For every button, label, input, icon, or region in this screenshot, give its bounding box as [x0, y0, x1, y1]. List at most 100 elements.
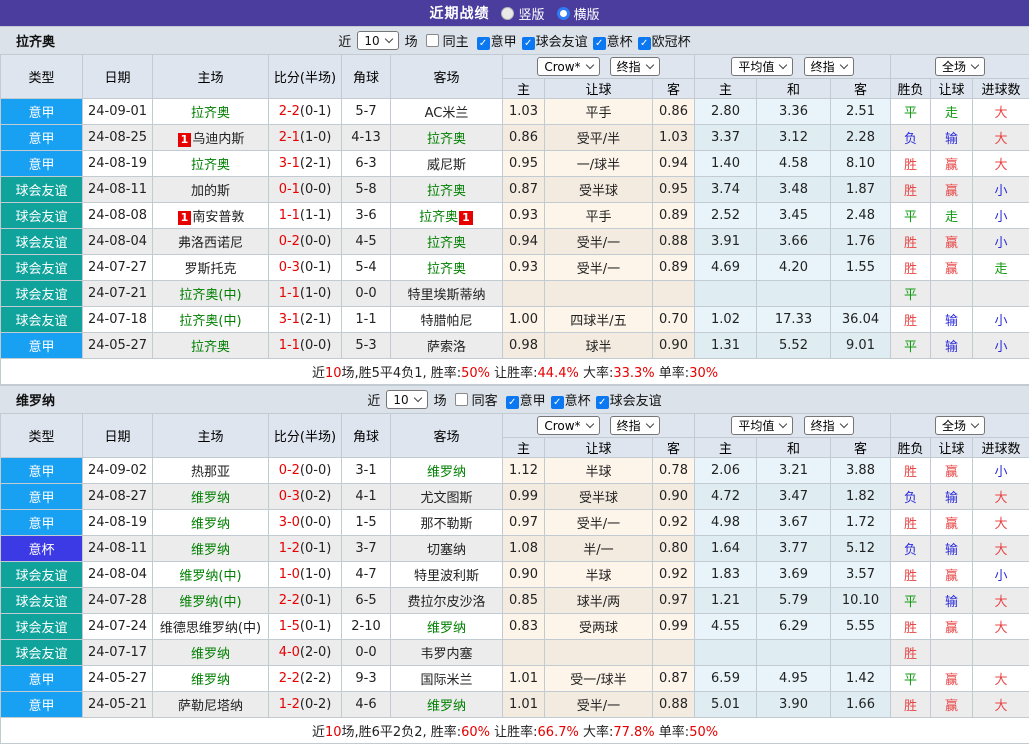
odds-company-select[interactable]: Crow*	[537, 416, 599, 435]
away-team-name[interactable]: 维罗纳	[427, 621, 466, 636]
away-team-name[interactable]: 费拉尔皮沙洛	[407, 595, 485, 610]
radio-checked-icon[interactable]	[557, 7, 570, 20]
home-team-name[interactable]: 维罗纳	[191, 543, 230, 558]
home-team-name[interactable]: 萨勒尼塔纳	[178, 699, 243, 714]
away-team-name[interactable]: 维罗纳	[427, 699, 466, 714]
home-team-name[interactable]: 维罗纳	[191, 491, 230, 506]
league-checkbox-0-0[interactable]: ✓	[477, 37, 490, 50]
layout-radio-horizontal[interactable]: 横版	[557, 4, 600, 23]
home-team-name[interactable]: 罗斯托克	[184, 262, 236, 277]
home-team-name[interactable]: 维罗纳	[191, 647, 230, 662]
away-team-name[interactable]: 拉齐奥	[427, 184, 466, 199]
score-cell: 1-1(1-0)	[269, 281, 342, 307]
odds-home: 0.85	[503, 588, 545, 614]
sub-header-handicap-result: 让球	[931, 79, 973, 99]
match-row: 球会友谊24-07-27罗斯托克0-3(0-1)5-4拉齐奥0.93受半/一0.…	[1, 255, 1029, 281]
result-goals: 大	[973, 614, 1029, 640]
half-time-score: (0-1)	[300, 104, 331, 119]
home-team-name[interactable]: 乌迪内斯	[192, 132, 244, 147]
away-team-name[interactable]: 特里埃斯蒂纳	[407, 288, 485, 303]
home-team-name[interactable]: 南安普敦	[192, 210, 244, 225]
result-outcome: 胜	[891, 458, 931, 484]
same-home-checkbox[interactable]	[426, 34, 439, 47]
home-team-name[interactable]: 加的斯	[191, 184, 230, 199]
result-outcome: 负	[891, 536, 931, 562]
scope-select[interactable]: 全场	[935, 416, 985, 435]
odds-final-select[interactable]: 终指	[610, 57, 660, 76]
home-team-name[interactable]: 拉齐奥	[191, 106, 230, 121]
recent-count-select[interactable]: 10	[357, 31, 398, 50]
away-team-name[interactable]: 萨索洛	[427, 340, 466, 355]
layout-radio-vertical[interactable]: 竖版	[501, 4, 544, 23]
result-handicap: 输	[931, 484, 973, 510]
result-goals: 大	[973, 666, 1029, 692]
away-team-name[interactable]: 维罗纳	[427, 465, 466, 480]
scope-select[interactable]: 全场	[935, 57, 985, 76]
away-team-name[interactable]: 那不勒斯	[420, 517, 472, 532]
average-final-select[interactable]: 终指	[804, 57, 854, 76]
score-cell: 1-0(1-0)	[269, 562, 342, 588]
odds-final-select[interactable]: 终指	[610, 416, 660, 435]
home-team-name[interactable]: 拉齐奥	[191, 340, 230, 355]
result-outcome: 胜	[891, 510, 931, 536]
same-away-checkbox[interactable]	[455, 393, 468, 406]
league-checkbox-0-2[interactable]: ✓	[593, 37, 606, 50]
average-select[interactable]: 平均值	[731, 416, 793, 435]
radio-unchecked-icon[interactable]	[501, 7, 514, 20]
away-team-name[interactable]: 尤文图斯	[420, 491, 472, 506]
home-team-name[interactable]: 拉齐奥(中)	[179, 288, 241, 303]
away-team-name[interactable]: 切塞纳	[427, 543, 466, 558]
odds-home: 0.90	[503, 562, 545, 588]
avg-home-odds: 1.64	[695, 536, 757, 562]
home-team-name[interactable]: 弗洛西诺尼	[178, 236, 243, 251]
odds-company-select[interactable]: Crow*	[537, 57, 599, 76]
league-checkbox-0-1[interactable]: ✓	[522, 37, 535, 50]
col-header-away: 客场	[391, 55, 503, 99]
result-handicap	[931, 640, 973, 666]
home-team-name[interactable]: 拉齐奥	[191, 158, 230, 173]
away-team-name[interactable]: 特里波利斯	[414, 569, 479, 584]
average-final-select[interactable]: 终指	[804, 416, 854, 435]
match-row: 球会友谊24-08-04弗洛西诺尼0-2(0-0)4-5拉齐奥0.94受半/一0…	[1, 229, 1029, 255]
half-time-score: (2-1)	[300, 156, 331, 171]
league-checkbox-0-3[interactable]: ✓	[638, 37, 651, 50]
away-team-name[interactable]: 拉齐奥	[419, 210, 458, 225]
result-outcome: 胜	[891, 640, 931, 666]
away-team-name[interactable]: 威尼斯	[427, 158, 466, 173]
score-cell: 2-2(2-2)	[269, 666, 342, 692]
result-outcome: 胜	[891, 614, 931, 640]
odds-group-header: Crow* 终指	[503, 414, 695, 438]
away-team-name[interactable]: 拉齐奥	[427, 262, 466, 277]
league-checkbox-1-0[interactable]: ✓	[506, 396, 519, 409]
away-team-name[interactable]: 特腊帕尼	[420, 314, 472, 329]
half-time-score: (0-1)	[300, 260, 331, 275]
away-team-name[interactable]: 拉齐奥	[427, 236, 466, 251]
home-team-name[interactable]: 维德思维罗纳(中)	[160, 621, 261, 636]
home-team-name[interactable]: 维罗纳(中)	[179, 569, 241, 584]
league-checkbox-1-1[interactable]: ✓	[551, 396, 564, 409]
away-team-name[interactable]: 韦罗内塞	[420, 647, 472, 662]
home-team-name[interactable]: 维罗纳(中)	[179, 595, 241, 610]
away-team-name[interactable]: AC米兰	[425, 106, 469, 121]
away-team-name[interactable]: 拉齐奥	[427, 132, 466, 147]
league-checkbox-1-2[interactable]: ✓	[596, 396, 609, 409]
handicap-line: 半球	[545, 458, 653, 484]
home-team-name[interactable]: 维罗纳	[191, 517, 230, 532]
avg-draw-odds: 3.48	[757, 177, 831, 203]
corner-score: 0-0	[342, 281, 391, 307]
half-time-score: (0-0)	[300, 338, 331, 353]
home-team-cell: 拉齐奥	[153, 333, 269, 359]
home-team-name[interactable]: 维罗纳	[191, 673, 230, 688]
sub-header-odds-home: 主	[503, 79, 545, 99]
away-team-name[interactable]: 国际米兰	[420, 673, 472, 688]
full-time-score: 1-1	[279, 208, 300, 223]
home-team-name[interactable]: 拉齐奥(中)	[179, 314, 241, 329]
match-type-badge: 意甲	[1, 151, 83, 177]
home-team-name[interactable]: 热那亚	[191, 465, 230, 480]
odds-home: 0.87	[503, 177, 545, 203]
recent-count-select[interactable]: 10	[386, 390, 427, 409]
score-cell: 3-1(2-1)	[269, 307, 342, 333]
odds-home: 0.98	[503, 333, 545, 359]
average-select[interactable]: 平均值	[731, 57, 793, 76]
avg-draw-odds: 3.90	[757, 692, 831, 718]
